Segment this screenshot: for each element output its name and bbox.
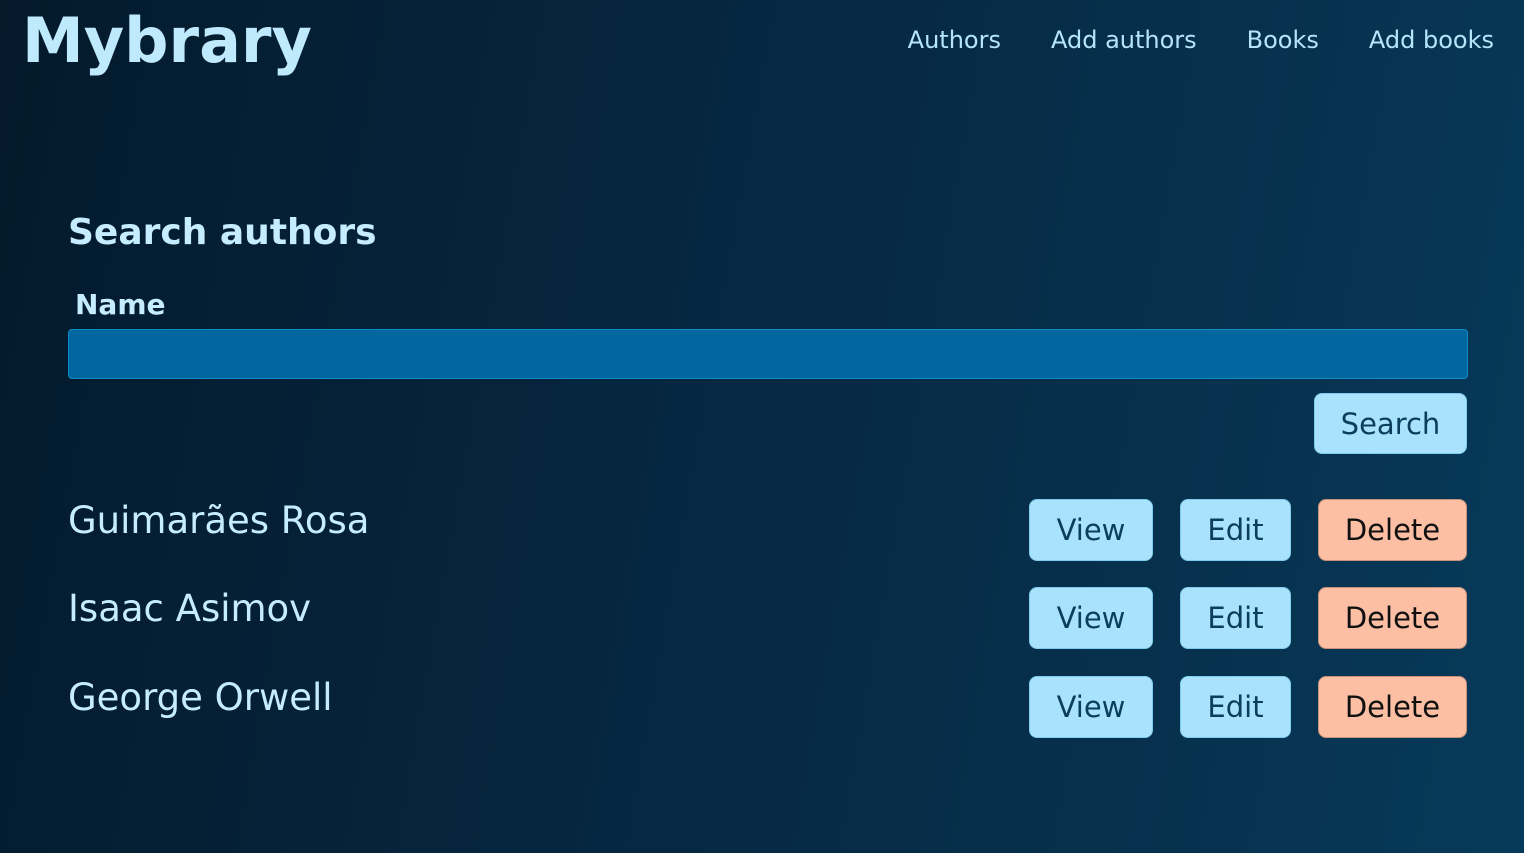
main-nav: Authors Add authors Books Add books <box>858 26 1494 54</box>
search-button[interactable]: Search <box>1314 393 1467 454</box>
nav-link-add-authors[interactable]: Add authors <box>1051 26 1197 54</box>
author-name: George Orwell <box>68 676 333 719</box>
author-name: Isaac Asimov <box>68 587 312 630</box>
author-row: Guimarães Rosa View Edit Delete <box>0 499 1524 561</box>
delete-author-button[interactable]: Delete <box>1318 499 1467 561</box>
edit-author-button[interactable]: Edit <box>1180 587 1291 649</box>
edit-author-button[interactable]: Edit <box>1180 676 1291 738</box>
delete-author-button[interactable]: Delete <box>1318 587 1467 649</box>
view-author-button[interactable]: View <box>1029 676 1153 738</box>
nav-link-add-books[interactable]: Add books <box>1369 26 1494 54</box>
site-logo[interactable]: Mybrary <box>22 4 312 77</box>
edit-author-button[interactable]: Edit <box>1180 499 1291 561</box>
author-row: Isaac Asimov View Edit Delete <box>0 587 1524 649</box>
view-author-button[interactable]: View <box>1029 499 1153 561</box>
page-title: Search authors <box>68 212 377 253</box>
name-label: Name <box>75 288 166 321</box>
nav-link-authors[interactable]: Authors <box>908 26 1001 54</box>
author-name: Guimarães Rosa <box>68 499 370 542</box>
view-author-button[interactable]: View <box>1029 587 1153 649</box>
name-search-input[interactable] <box>68 329 1468 379</box>
delete-author-button[interactable]: Delete <box>1318 676 1467 738</box>
nav-link-books[interactable]: Books <box>1247 26 1319 54</box>
author-row: George Orwell View Edit Delete <box>0 676 1524 738</box>
